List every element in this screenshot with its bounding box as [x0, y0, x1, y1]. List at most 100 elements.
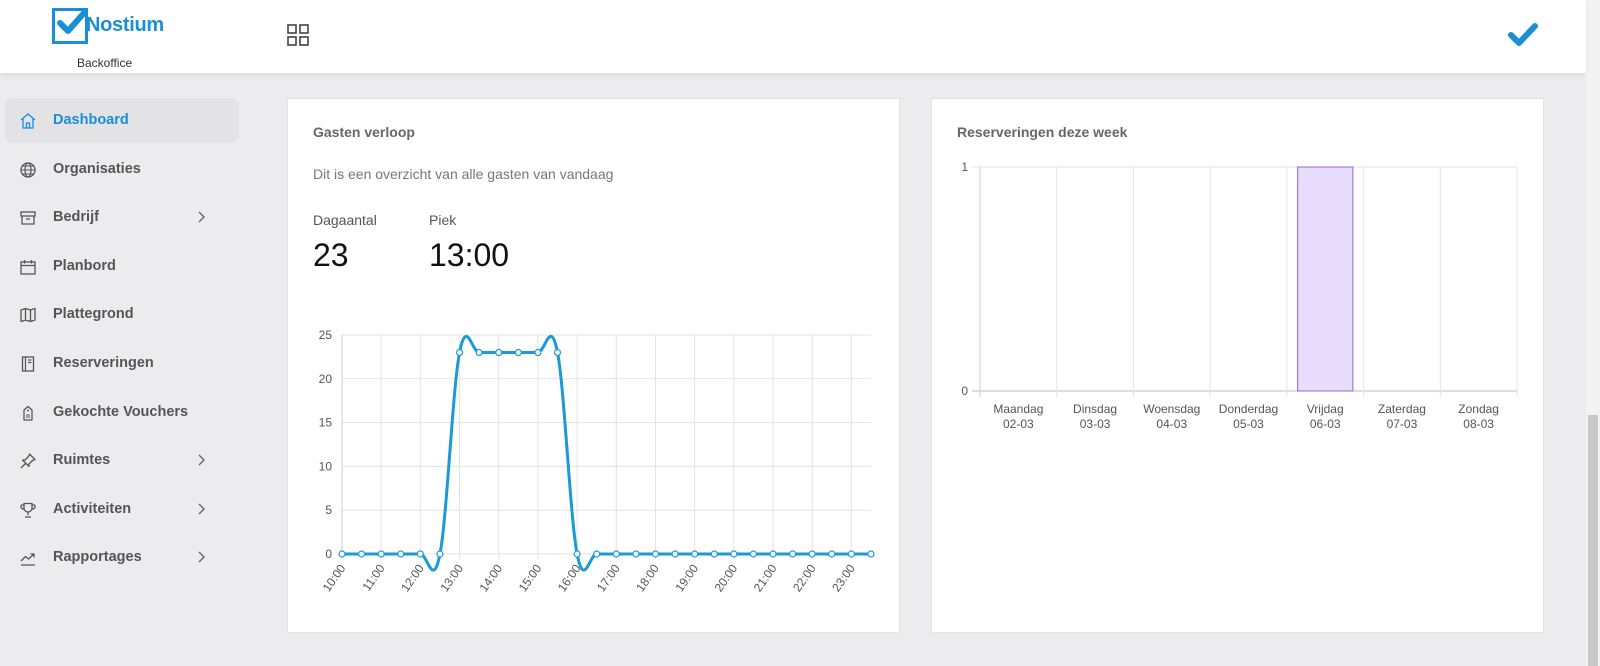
- x-tick-label: Woensdag: [1143, 402, 1200, 416]
- sidebar-item-label: Ruimtes: [53, 452, 111, 469]
- x-tick-label: Zondag: [1458, 402, 1499, 416]
- logo-subtitle: Backoffice: [77, 56, 133, 70]
- data-point: [847, 550, 856, 558]
- apps-grid-icon[interactable]: [287, 24, 309, 46]
- sidebar-item-label: Activiteiten: [53, 500, 132, 517]
- data-point: [593, 550, 601, 558]
- peak-label: Piek: [429, 212, 457, 228]
- day-count-label: Dagaantal: [313, 212, 377, 228]
- sidebar-item-gekochte-vouchers[interactable]: Gekochte Vouchers: [5, 390, 239, 435]
- sidebar-item-label: Rapportages: [53, 549, 142, 566]
- x-tick-label: 03-03: [1080, 417, 1111, 431]
- guests-line-chart: 0 5 10 15 20 25 10:00 11:00 12:00 13:00 14:00 15:00…: [319, 328, 875, 594]
- data-point: [710, 550, 718, 558]
- sidebar-item-activiteiten[interactable]: Activiteiten: [5, 487, 239, 532]
- data-point: [651, 550, 660, 558]
- chevron-right-icon[interactable]: [196, 453, 208, 467]
- x-tick-label: 20:00: [712, 561, 741, 594]
- data-point: [436, 550, 444, 558]
- data-point: [553, 348, 562, 357]
- data-point: [867, 550, 875, 558]
- x-tick-label: 11:00: [359, 561, 387, 593]
- x-tick-label: 02-03: [1003, 417, 1034, 431]
- sidebar-item-label: Gekochte Vouchers: [53, 403, 189, 420]
- x-tick-label: Dinsdag: [1073, 402, 1117, 416]
- x-tick-label: 21:00: [751, 561, 780, 594]
- x-tick-label: 10:00: [320, 561, 349, 594]
- chevron-right-icon[interactable]: [196, 210, 208, 224]
- data-point: [769, 550, 777, 558]
- data-point: [357, 550, 366, 558]
- chart-icon: [20, 553, 35, 566]
- y-tick-label: 15: [319, 416, 333, 430]
- x-tick-label: 15:00: [516, 561, 545, 594]
- data-point: [632, 550, 640, 558]
- x-tick-label: Maandag: [993, 402, 1043, 416]
- x-tick-label: Vrijdag: [1307, 402, 1344, 416]
- x-tick-label: 12:00: [398, 561, 427, 594]
- data-point: [534, 348, 542, 357]
- y-tick-label: 5: [325, 503, 332, 517]
- y-tick-label: 1: [961, 160, 968, 174]
- data-point: [671, 550, 679, 558]
- data-point: [789, 550, 797, 558]
- data-point: [828, 550, 836, 558]
- sidebar-item-bedrijf[interactable]: Bedrijf: [5, 195, 239, 240]
- sidebar-item-label: Dashboard: [53, 112, 129, 128]
- data-point: [514, 348, 522, 357]
- reservations-card-title: Reserveringen deze week: [957, 124, 1128, 140]
- data-point: [455, 348, 464, 357]
- sidebar-item-ruimtes[interactable]: Ruimtes: [5, 438, 239, 483]
- data-point: [573, 550, 581, 558]
- x-tick-label: 23:00: [829, 561, 858, 594]
- globe-icon: [20, 161, 36, 178]
- chevron-right-icon[interactable]: [196, 550, 208, 564]
- data-point: [416, 550, 424, 558]
- logo-text: Nostium: [86, 14, 164, 36]
- data-point: [397, 550, 405, 558]
- sidebar-item-organisaties[interactable]: Organisaties: [5, 147, 239, 192]
- home-icon: [20, 113, 36, 129]
- guests-series-line: [342, 334, 871, 572]
- sidebar-item-label: Plattegrond: [53, 306, 134, 323]
- voucher-icon: [23, 405, 33, 421]
- top-bar: Nostium Backoffice: [0, 0, 1586, 73]
- x-tick-label: Donderdag: [1219, 402, 1278, 416]
- pin-icon: [20, 453, 36, 469]
- x-tick-label: Zaterdag: [1378, 402, 1426, 416]
- x-tick-label: 08-03: [1463, 417, 1494, 431]
- x-tick-label: 04-03: [1156, 417, 1187, 431]
- sidebar-item-label: Planbord: [53, 257, 116, 274]
- x-tick-label: 18:00: [633, 561, 662, 594]
- data-point: [691, 550, 699, 558]
- y-tick-label: 0: [325, 547, 332, 561]
- guests-card-subtitle: Dit is een overzicht van alle gasten van…: [313, 166, 614, 182]
- sidebar-item-label: Reserveringen: [53, 354, 154, 371]
- x-tick-label: 07-03: [1387, 417, 1418, 431]
- data-point: [377, 550, 385, 558]
- sidebar-item-plattegrond[interactable]: Plattegrond: [5, 292, 239, 337]
- x-tick-label: 22:00: [790, 561, 819, 594]
- data-point: [749, 550, 758, 558]
- map-icon: [20, 308, 36, 323]
- book-icon: [21, 356, 35, 372]
- guests-card-title: Gasten verloop: [313, 124, 415, 140]
- sidebar-item-planbord[interactable]: Planbord: [5, 244, 239, 289]
- data-point: [475, 348, 483, 357]
- sidebar-item-reserveringen[interactable]: Reserveringen: [5, 341, 239, 386]
- data-point: [495, 348, 503, 357]
- sidebar-item-rapportages[interactable]: Rapportages: [5, 535, 239, 580]
- page-scrollbar[interactable]: [1586, 0, 1600, 666]
- user-menu-check-icon[interactable]: [1508, 22, 1538, 48]
- sidebar-item-label: Bedrijf: [53, 209, 99, 226]
- x-tick-label: 05-03: [1233, 417, 1264, 431]
- trophy-icon: [20, 502, 36, 518]
- y-tick-label: 20: [319, 372, 333, 386]
- logo[interactable]: Nostium Backoffice: [52, 6, 172, 72]
- day-count-value: 23: [313, 237, 349, 273]
- x-tick-label: 19:00: [672, 561, 701, 594]
- chevron-right-icon[interactable]: [196, 502, 208, 516]
- logo-check-icon: [57, 10, 87, 34]
- scrollbar-thumb[interactable]: [1588, 415, 1598, 666]
- sidebar-item-dashboard[interactable]: Dashboard: [5, 98, 239, 143]
